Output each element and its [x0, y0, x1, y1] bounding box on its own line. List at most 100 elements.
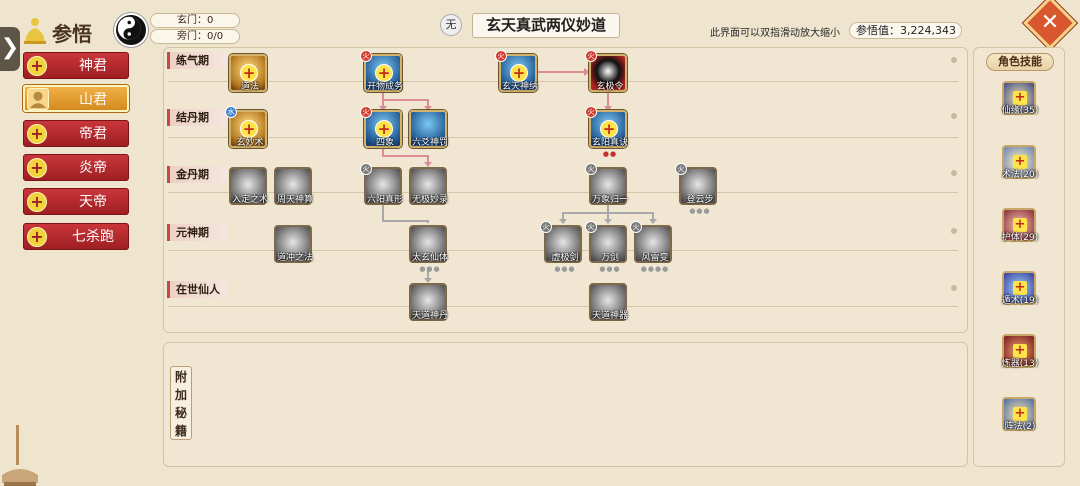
skill-node-xuanjiling[interactable]: 火 玄极令	[585, 50, 627, 92]
skill-shufa[interactable]: + 术法(20)	[1002, 145, 1038, 180]
skill-node-label: 开物成务	[366, 82, 403, 92]
sidebar-item-shanjun[interactable]: 山君	[23, 85, 129, 112]
yinyang-icon	[114, 13, 148, 47]
score-display: 参悟值：3,224,343	[849, 22, 962, 39]
skills-title: 角色技能	[986, 53, 1054, 71]
skill-xianyuan[interactable]: + 仙缘(35)	[1002, 81, 1038, 116]
skill-node-label: 登云步	[686, 195, 714, 205]
stat-label: 旁门	[177, 31, 197, 42]
element-badge: 无	[440, 14, 462, 36]
row-dot	[951, 113, 957, 119]
sidebar-item-qishapao[interactable]: + 七杀跑	[23, 223, 129, 250]
rank-pips: ●●●	[599, 265, 621, 273]
plus-icon: +	[27, 192, 47, 212]
close-icon: ✕	[1040, 10, 1060, 35]
sidebar-item-yandi[interactable]: + 炎帝	[23, 154, 129, 181]
plus-icon: +	[27, 158, 47, 178]
stage-jiedan: 结丹期	[167, 109, 227, 126]
score-value: 3,224,343	[900, 24, 956, 37]
skill-node-daochongzhifa[interactable]: 道冲之法	[274, 225, 313, 263]
avatar	[27, 88, 49, 110]
skill-node-rudingzhishu[interactable]: 入定之术	[229, 167, 268, 205]
skill-node-tiandaoshenqi[interactable]: 天道神器	[589, 283, 628, 321]
skill-node-label: 玄天神纳	[501, 82, 538, 92]
skill-node-label: 道冲之法	[276, 253, 313, 263]
skill-node-label: 风雷变	[641, 253, 669, 263]
skill-lianqi[interactable]: + 炼器(13)	[1002, 334, 1038, 369]
sidebar-item-label: 炎帝	[79, 160, 107, 176]
skill-node-wujimiaolu[interactable]: 无极妙录	[409, 167, 448, 205]
scroll-ornament-icon	[2, 425, 38, 486]
rank-pips: ●●●	[554, 265, 576, 273]
skill-node-liuyangzhenxing[interactable]: 火 六阳真形	[360, 163, 403, 205]
plus-icon: +	[240, 64, 258, 82]
sidebar-item-label: 山君	[79, 92, 107, 108]
skill-node-label: 道法	[240, 82, 259, 92]
extra-tab-char: 籍	[174, 424, 187, 438]
skill-label: 术法(20)	[1001, 170, 1039, 180]
skill-label: 阵法(2)	[1004, 422, 1036, 432]
skill-zhenfa[interactable]: + 阵法(2)	[1002, 397, 1036, 432]
rank-pips: ●●●	[689, 207, 711, 215]
fire-element-icon: 火	[585, 221, 597, 233]
skill-node-daofa[interactable]: + 道法	[229, 54, 267, 92]
row-dot	[951, 285, 957, 291]
stat-value: 0	[207, 15, 214, 26]
side-collapse-tab[interactable]: ❯	[0, 27, 20, 71]
meditation-icon	[24, 18, 46, 44]
skill-node-xuantianshenna[interactable]: 火 + 玄天神纳	[495, 50, 538, 92]
fire-element-icon: 火	[585, 163, 597, 175]
skill-node-label: 太玄仙体	[411, 253, 448, 263]
fire-element-icon: 火	[585, 106, 597, 118]
plus-icon: +	[240, 120, 258, 138]
skill-node-dengyunbu[interactable]: 火 登云步 ●●●	[675, 163, 717, 215]
skill-node-wanjian[interactable]: 火 万剑 ●●●	[585, 221, 627, 273]
sidebar-item-label: 七杀跑	[72, 229, 114, 245]
skill-node-liuyaoshenfa[interactable]: 六爻神罚	[409, 110, 448, 148]
skill-node-label: 六爻神罚	[411, 138, 448, 148]
plus-icon: +	[27, 56, 47, 76]
stat-xuanmen: 玄门：0	[150, 13, 240, 28]
sidebar-item-tiandi[interactable]: + 天帝	[23, 188, 129, 215]
skill-node-tiandaoshendan[interactable]: 天道神丹	[409, 283, 448, 321]
skill-label: 护体(29)	[1001, 233, 1039, 243]
skill-node-label: 六阳真形	[366, 195, 403, 205]
fire-element-icon: 火	[630, 221, 642, 233]
extra-manual-tab[interactable]: 附加秘籍	[170, 366, 192, 440]
skill-node-label: 玄极令	[596, 82, 624, 92]
rank-pips: ●●●●	[640, 265, 670, 273]
tree-title: 玄天真武两仪妙道	[472, 13, 620, 38]
skill-node-zhoutianshensuan[interactable]: 周天神算	[274, 167, 313, 205]
plus-icon: +	[375, 120, 393, 138]
plus-icon: +	[27, 227, 47, 247]
extra-manual-panel	[163, 342, 968, 467]
skill-node-fengleibian[interactable]: 火 风雷变 ●●●●	[630, 221, 672, 273]
skill-node-taixuanxianti[interactable]: 太玄仙体 ●●●	[409, 225, 448, 273]
rank-pips: ●●	[602, 150, 618, 158]
sidebar-item-shenjun[interactable]: + 神君	[23, 52, 129, 79]
skill-node-wanxiangguiyi[interactable]: 火 万象归一	[585, 163, 628, 205]
skill-node-label: 万剑	[600, 253, 619, 263]
plus-icon: +	[600, 120, 618, 138]
skill-label: 炼器(13)	[1001, 359, 1039, 369]
score-label: 参悟值：	[856, 24, 900, 37]
skill-node-xuanyangzhenjue[interactable]: 火 + 玄阳真诀 ●●	[585, 106, 628, 158]
skill-node-kaiwuchengwu[interactable]: 火 + 开物成务	[360, 50, 403, 92]
sidebar-item-dijun[interactable]: + 帝君	[23, 120, 129, 147]
row-dot	[951, 228, 957, 234]
fire-element-icon: 火	[540, 221, 552, 233]
skill-node-label: 无极妙录	[411, 195, 448, 205]
extra-tab-char: 附	[174, 370, 187, 384]
skill-dunshu[interactable]: + 遁术(19)	[1002, 271, 1038, 306]
skill-node-label: 四象	[375, 138, 394, 148]
skill-huti[interactable]: + 护体(29)	[1002, 208, 1038, 243]
plus-icon: +	[510, 64, 528, 82]
water-element-icon: 水	[225, 106, 237, 118]
skill-node-sixiang[interactable]: 火 + 四象	[360, 106, 402, 148]
row-divider	[168, 81, 958, 82]
zoom-hint: 此界面可以双指滑动放大缩小	[710, 28, 840, 39]
close-button[interactable]: ✕	[1023, 0, 1077, 50]
skill-node-label: 周天神算	[276, 195, 313, 205]
skill-node-xujijian[interactable]: 火 虚极剑 ●●●	[540, 221, 582, 273]
skill-node-xuanmiaoshu[interactable]: 水 + 玄妙术	[225, 106, 267, 148]
